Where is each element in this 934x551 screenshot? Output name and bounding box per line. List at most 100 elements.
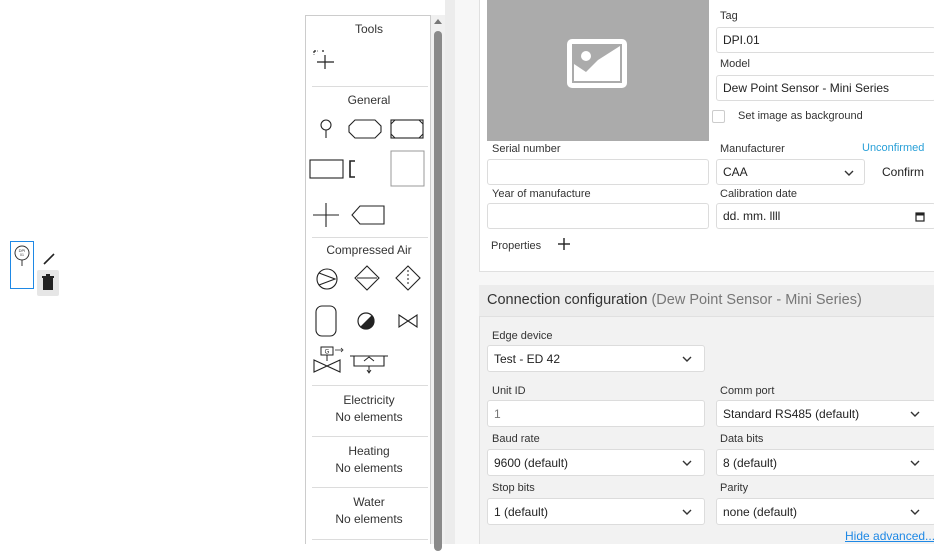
divider [312, 436, 428, 437]
dryer-icon[interactable] [356, 311, 376, 331]
category-heating[interactable]: Heating No elements [306, 443, 430, 477]
set-background-label: Set image as background [738, 110, 863, 122]
category-status: No elements [335, 410, 403, 424]
regulator-valve-icon[interactable]: G [312, 346, 344, 374]
edge-device-select[interactable]: Test - ED 42 [487, 345, 705, 372]
tools-panel: Tools General Compressed Air G Electrici… [305, 15, 431, 544]
divider [312, 86, 428, 87]
parity-value: none (default) [723, 504, 798, 519]
tools-title: Tools [354, 22, 383, 36]
stop-bits-label: Stop bits [492, 482, 535, 494]
filter-icon[interactable] [353, 264, 381, 292]
chevron-down-icon [910, 509, 920, 515]
data-bits-label: Data bits [720, 433, 764, 445]
unit-id-input[interactable]: 1 [487, 400, 705, 427]
baud-rate-value: 9600 (default) [494, 455, 569, 470]
parity-label: Parity [720, 482, 749, 494]
calibration-date-input[interactable]: dd. mm. llll [716, 203, 934, 229]
calibration-placeholder: dd. mm. llll [723, 209, 781, 223]
device-image[interactable] [487, 0, 709, 141]
model-label: Model [720, 58, 750, 70]
data-bits-select[interactable]: 8 (default) [716, 449, 934, 476]
properties-label: Properties [491, 240, 542, 252]
edge-device-label: Edge device [492, 330, 553, 342]
plus-icon[interactable] [557, 237, 571, 251]
compressor-icon[interactable] [314, 266, 340, 292]
category-name: Water [353, 495, 385, 509]
drain-icon[interactable] [348, 352, 390, 374]
year-input[interactable] [487, 203, 709, 229]
general-title: General [347, 93, 391, 107]
compressed-air-title: Compressed Air [326, 243, 412, 257]
serial-input[interactable] [487, 159, 709, 185]
category-name: Heating [348, 444, 390, 458]
category-water[interactable]: Water No elements [306, 494, 430, 528]
valve-icon[interactable] [397, 313, 419, 329]
comm-port-value: Standard RS485 (default) [723, 406, 860, 421]
pen-icon[interactable] [40, 250, 58, 268]
panel-divider [445, 0, 455, 544]
category-status: No elements [335, 512, 403, 526]
rectangle-shape-icon[interactable] [309, 157, 345, 181]
sensor-shape-icon[interactable] [318, 119, 334, 141]
rect-chamfer-shape-icon[interactable] [389, 118, 425, 140]
model-input[interactable]: Dew Point Sensor - Mini Series [716, 75, 934, 101]
chevron-down-icon [682, 460, 692, 466]
serial-label: Serial number [492, 143, 561, 155]
calendar-icon[interactable] [915, 212, 925, 222]
tools-scrollbar[interactable] [431, 15, 445, 551]
frame-shape-icon[interactable] [390, 150, 426, 188]
manufacturer-value: CAA [723, 165, 748, 179]
hide-advanced-link[interactable]: Hide advanced... [845, 529, 934, 543]
connection-title-text: Connection configuration [487, 292, 648, 308]
parity-select[interactable]: none (default) [716, 498, 934, 525]
unit-id-label: Unit ID [492, 385, 526, 397]
stop-bits-value: 1 (default) [494, 504, 549, 519]
tag-input[interactable]: DPI.01 [716, 27, 934, 53]
baud-rate-label: Baud rate [492, 433, 540, 445]
select-tool-icon[interactable] [312, 47, 338, 73]
svg-text:G: G [325, 350, 330, 356]
comm-port-label: Comm port [720, 385, 775, 397]
comm-port-select[interactable]: Standard RS485 (default) [716, 400, 934, 427]
trash-icon [42, 274, 54, 290]
connection-subtitle: (Dew Point Sensor - Mini Series) [651, 292, 862, 308]
stop-bits-select[interactable]: 1 (default) [487, 498, 705, 525]
category-status: No elements [335, 461, 403, 475]
cross-shape-icon[interactable] [311, 201, 341, 229]
octagon-shape-icon[interactable] [347, 118, 383, 140]
calibration-label: Calibration date [720, 188, 798, 200]
divider [312, 385, 428, 386]
chevron-down-icon [910, 411, 920, 417]
category-name: Electricity [343, 393, 395, 407]
divider [312, 487, 428, 488]
category-electricity[interactable]: Electricity No elements [306, 392, 430, 426]
baud-rate-select[interactable]: 9600 (default) [487, 449, 705, 476]
bracket-shape-icon[interactable] [347, 159, 359, 179]
divider [312, 237, 428, 238]
chevron-down-icon [844, 170, 854, 176]
dew-point-sensor-icon: DPI 01 [14, 245, 30, 266]
delete-button[interactable] [37, 270, 59, 296]
tag-label: Tag [720, 10, 738, 22]
tank-icon[interactable] [314, 304, 338, 338]
tag-shape-icon[interactable] [350, 204, 386, 226]
manufacturer-status: Unconfirmed [862, 142, 925, 154]
chevron-down-icon [682, 356, 692, 362]
chevron-down-icon [682, 509, 692, 515]
scroll-up-icon[interactable] [434, 19, 442, 24]
connection-title: Connection configuration (Dew Point Sens… [487, 292, 862, 308]
data-bits-value: 8 (default) [723, 455, 778, 470]
set-background-checkbox[interactable] [712, 110, 725, 123]
scroll-thumb[interactable] [434, 31, 442, 551]
manufacturer-label: Manufacturer [720, 143, 785, 155]
chevron-down-icon [910, 460, 920, 466]
svg-text:01: 01 [20, 253, 24, 257]
year-label: Year of manufacture [492, 188, 591, 200]
canvas-sensor-element[interactable]: DPI 01 [10, 241, 34, 289]
edge-device-value: Test - ED 42 [494, 351, 561, 366]
dryer-filter-icon[interactable] [394, 264, 422, 292]
manufacturer-select[interactable]: CAA [716, 159, 865, 185]
confirm-button[interactable]: Confirm [872, 159, 934, 185]
divider [312, 539, 428, 540]
